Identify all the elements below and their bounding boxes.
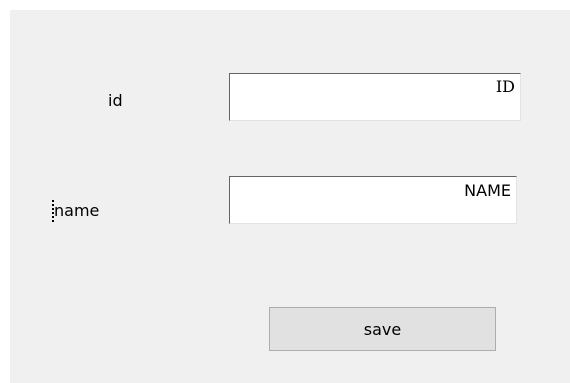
name-field[interactable] xyxy=(229,176,517,224)
id-field[interactable] xyxy=(229,73,521,121)
id-label: id xyxy=(108,91,123,110)
name-label: name xyxy=(54,201,100,220)
save-button[interactable]: save xyxy=(269,307,496,351)
form-panel: id name save xyxy=(10,10,570,383)
